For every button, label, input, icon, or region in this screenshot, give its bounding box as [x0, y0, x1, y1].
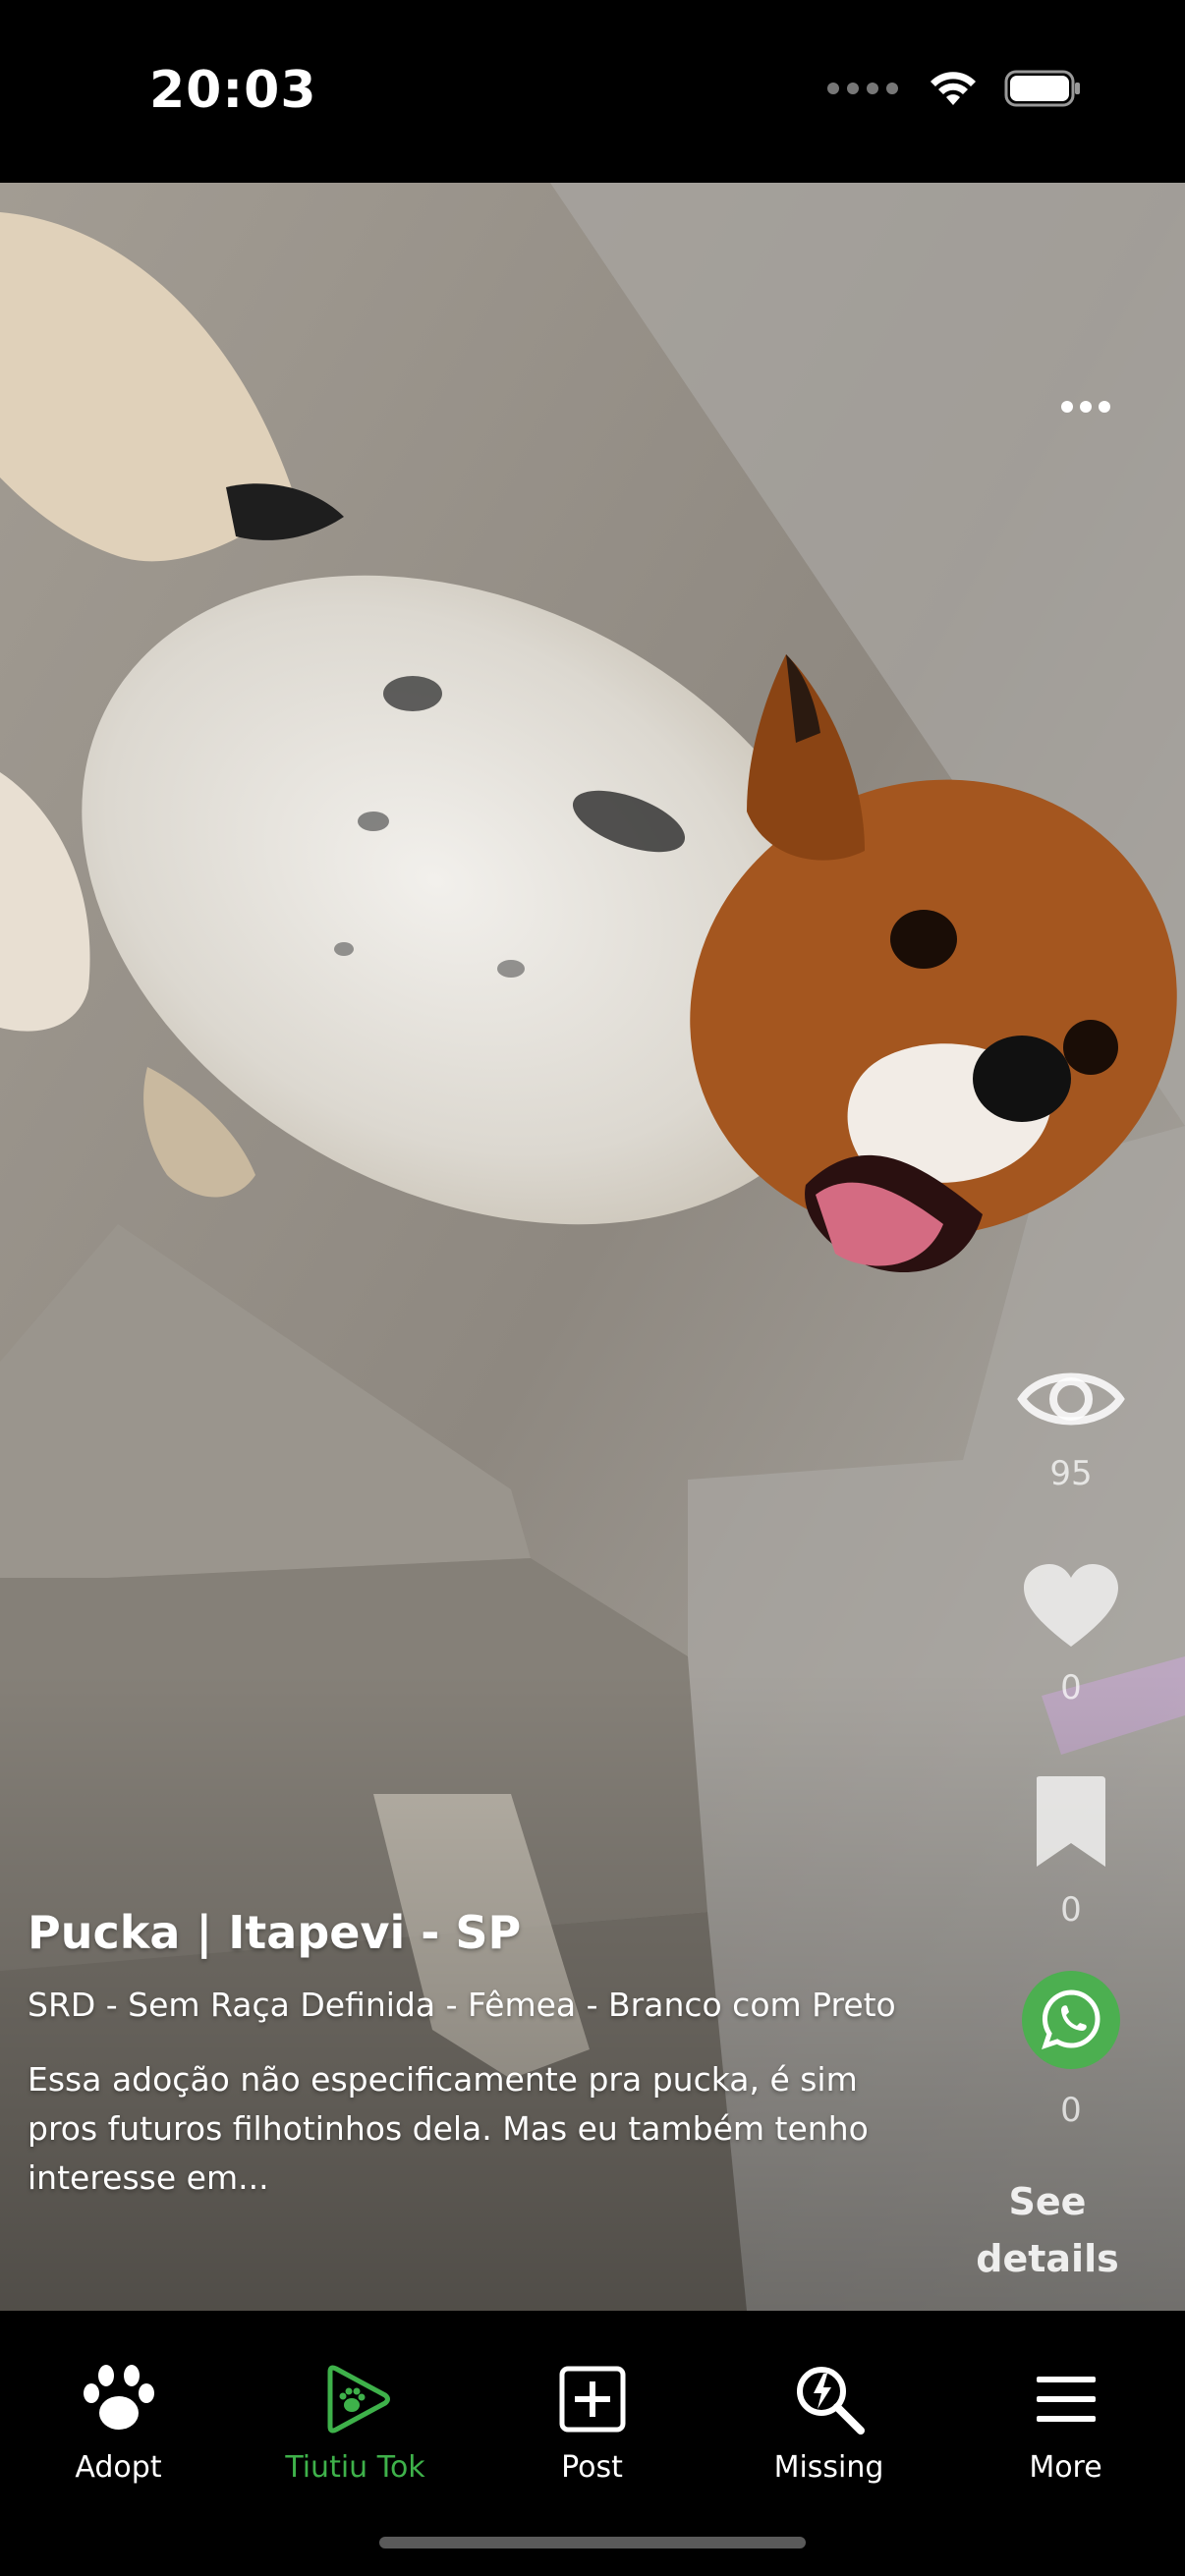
likes-count: 0 — [1060, 1668, 1082, 1708]
saves-count: 0 — [1060, 1890, 1082, 1930]
bookmark-icon — [1037, 1776, 1105, 1867]
pet-title[interactable]: Pucka | Itapevi - SP — [28, 1906, 931, 1959]
play-paw-icon — [327, 2365, 390, 2434]
eye-icon — [1017, 1372, 1125, 1426]
status-bar: 20:03 — [0, 0, 1185, 183]
nav-label-adopt: Adopt — [75, 2450, 162, 2485]
home-indicator — [379, 2537, 806, 2548]
app-screen: 20:03 95 0 0 0 Pucka | Itapevi - SP SRD … — [0, 0, 1185, 2576]
views-counter: 95 — [1016, 1358, 1126, 1493]
more-options-icon[interactable] — [1059, 397, 1112, 417]
nav-item-missing[interactable]: Missing — [710, 2311, 947, 2488]
plus-square-icon — [559, 2366, 625, 2433]
nav-label-more: More — [1029, 2450, 1102, 2485]
nav-item-post[interactable]: Post — [474, 2311, 710, 2488]
pet-description[interactable]: Essa adoção não especificamente pra puck… — [28, 2055, 931, 2203]
nav-label-post: Post — [561, 2450, 623, 2485]
pet-subtitle: SRD - Sem Raça Definida - Fêmea - Branco… — [28, 1986, 896, 2024]
signal-dots-icon — [827, 83, 898, 94]
like-button[interactable]: 0 — [1016, 1562, 1126, 1708]
wifi-icon — [931, 72, 976, 105]
post-caption: Pucka | Itapevi - SP SRD - Sem Raça Defi… — [28, 1906, 931, 2203]
nav-item-tiutiu-tok[interactable]: Tiutiu Tok — [237, 2311, 474, 2488]
views-count: 95 — [1049, 1454, 1093, 1493]
nav-label-tiutiu-tok: Tiutiu Tok — [285, 2450, 425, 2485]
paw-icon — [83, 2365, 154, 2430]
nav-item-more[interactable]: More — [947, 2311, 1184, 2488]
battery-icon — [1004, 70, 1080, 107]
whatsapp-button[interactable]: 0 — [1016, 1971, 1126, 2130]
search-lightning-icon — [796, 2367, 865, 2435]
whatsapp-icon — [1022, 1971, 1120, 2069]
video-player[interactable]: 95 0 0 0 Pucka | Itapevi - SP SRD - Sem … — [0, 183, 1185, 2311]
nav-label-missing: Missing — [773, 2450, 884, 2485]
save-button[interactable]: 0 — [1016, 1774, 1126, 1930]
heart-icon — [1024, 1564, 1118, 1647]
menu-icon — [1036, 2377, 1096, 2422]
whatsapp-count: 0 — [1060, 2091, 1082, 2130]
status-icons — [827, 69, 1083, 108]
nav-item-adopt[interactable]: Adopt — [0, 2311, 237, 2488]
see-details-link[interactable]: See details — [949, 2173, 1146, 2287]
status-time: 20:03 — [149, 61, 317, 120]
